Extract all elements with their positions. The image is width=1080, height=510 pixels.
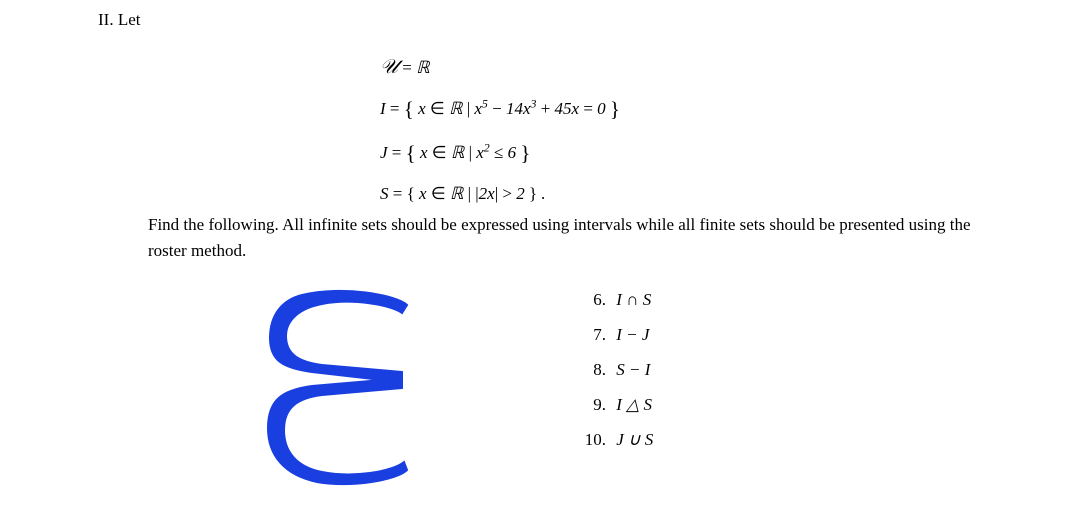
- definition-j: J = { x ∈ ℝ | x2 ≤ 6 }: [380, 134, 620, 174]
- instructions-text: Find the following. All infinite sets sh…: [148, 212, 1008, 263]
- subitem-number: 8.: [582, 360, 606, 380]
- subitem-number: 10.: [582, 430, 606, 450]
- subitem-8: 8. S − I: [582, 360, 653, 380]
- problem-label: Let: [118, 10, 141, 29]
- subitem-number: 6.: [582, 290, 606, 310]
- subitem-number: 7.: [582, 325, 606, 345]
- problem-heading: II. Let: [98, 10, 140, 30]
- subitem-expression: J ∪ S: [616, 430, 653, 449]
- problem-numeral: II.: [98, 10, 114, 29]
- subitem-10: 10. J ∪ S: [582, 430, 653, 450]
- handwritten-annotation-e: [222, 280, 442, 500]
- subitem-9: 9. I △ S: [582, 395, 653, 415]
- subitem-expression: I ∩ S: [616, 290, 651, 309]
- subitems-list: 6. I ∩ S 7. I − J 8. S − I 9. I △ S 10. …: [582, 290, 653, 465]
- subitem-6: 6. I ∩ S: [582, 290, 653, 310]
- subitem-expression: I − J: [616, 325, 649, 344]
- definition-s: S = { x ∈ ℝ | |2x| > 2 } .: [380, 178, 620, 210]
- subitem-7: 7. I − J: [582, 325, 653, 345]
- set-definitions: 𝒰 = ℝ I = { x ∈ ℝ | x5 − 14x3 + 45x = 0 …: [380, 48, 620, 214]
- subitem-expression: I △ S: [616, 395, 652, 414]
- definition-i: I = { x ∈ ℝ | x5 − 14x3 + 45x = 0 }: [380, 90, 620, 130]
- subitem-number: 9.: [582, 395, 606, 415]
- subitem-expression: S − I: [616, 360, 650, 379]
- definition-u: 𝒰 = ℝ: [380, 48, 620, 86]
- problem-container: II. Let 𝒰 = ℝ I = { x ∈ ℝ | x5 − 14x3 + …: [0, 0, 1080, 12]
